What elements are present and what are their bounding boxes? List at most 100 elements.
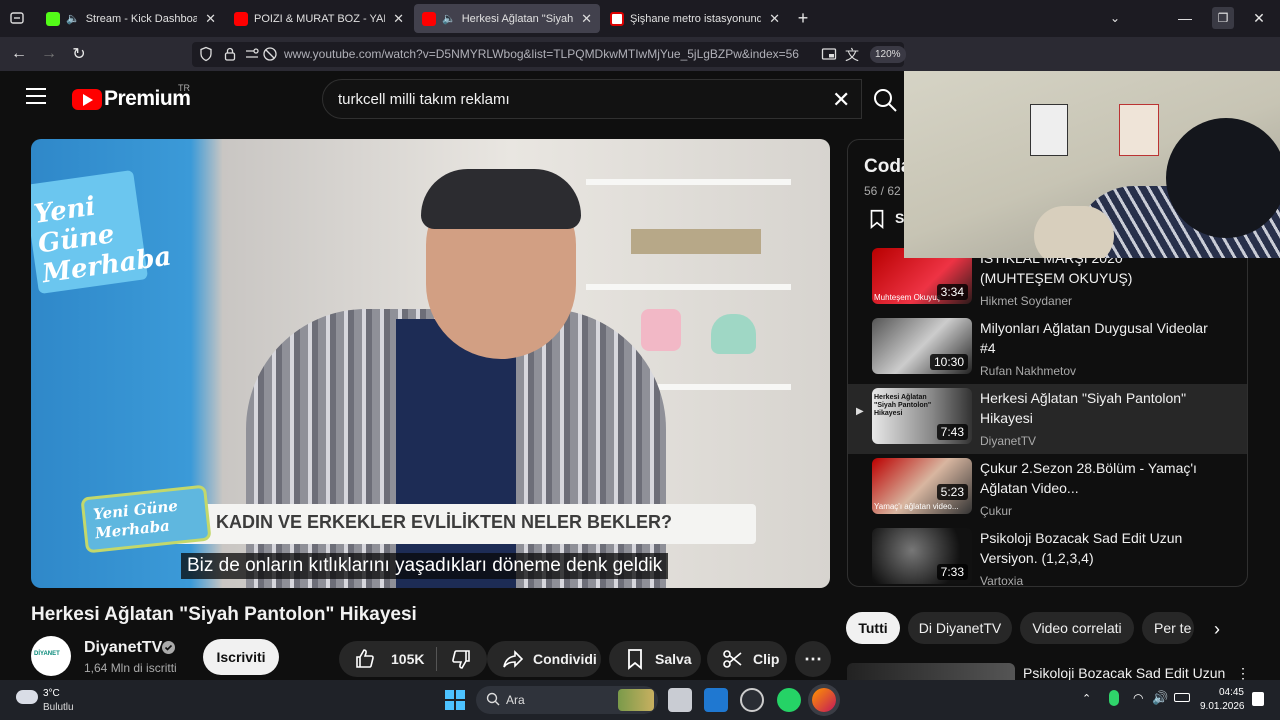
playlist-item[interactable]: 10:30 Milyonları Ağlatan Duygusal Videol… xyxy=(848,314,1247,384)
like-count[interactable]: 105K xyxy=(391,651,424,667)
news-site-icon xyxy=(610,11,624,26)
minimize-window-icon[interactable]: — xyxy=(1174,7,1196,29)
volume-icon[interactable]: 🔊 xyxy=(1152,690,1168,706)
clock-time[interactable]: 04:45 xyxy=(1208,687,1244,698)
recommended-title[interactable]: Psikoloji Bozacak Sad Edit Uzun xyxy=(1023,665,1225,680)
person-head xyxy=(1166,118,1280,238)
notification-icon[interactable] xyxy=(1252,692,1264,706)
battery-icon[interactable] xyxy=(1174,693,1190,702)
restore-window-icon[interactable]: ❐ xyxy=(1212,7,1234,29)
cloud-icon[interactable] xyxy=(16,690,38,704)
video-duration: 10:30 xyxy=(929,354,968,370)
playlist-position: 56 / 62 xyxy=(864,184,901,198)
channel-avatar[interactable]: DİYANET xyxy=(31,636,71,676)
url-text[interactable]: www.youtube.com/watch?v=D5NMYRLWbog&list… xyxy=(284,47,799,61)
share-button[interactable]: Condividi xyxy=(487,641,601,677)
subscribe-button[interactable]: Iscriviti xyxy=(203,639,279,675)
whatsapp-icon[interactable] xyxy=(777,688,801,712)
chip-for-you[interactable]: Per te xyxy=(1142,612,1194,644)
youtube-page: Premium TR turkcell milli takım reklamı … xyxy=(0,71,1280,680)
shield-icon[interactable] xyxy=(198,46,214,62)
tab-close-icon[interactable]: ✕ xyxy=(581,11,592,27)
taskbar-search-placeholder: Ara xyxy=(506,693,525,707)
tab-overflow-chevron-icon[interactable]: ⌄ xyxy=(1104,7,1126,29)
tab-list-icon[interactable] xyxy=(6,7,28,29)
playlist-item-current[interactable]: ▶ Herkesi Ağlatan "Siyah Pantolon" Hikay… xyxy=(848,384,1247,454)
search-icon[interactable] xyxy=(870,85,900,115)
tray-overflow-chevron-icon[interactable]: ⌃ xyxy=(1082,692,1091,705)
presenter-shirt xyxy=(396,319,516,588)
lock-icon[interactable] xyxy=(222,46,238,62)
windows-start-icon[interactable] xyxy=(444,689,466,711)
chip-related[interactable]: Video correlati xyxy=(1020,612,1134,644)
bookmark-icon xyxy=(623,647,647,671)
outlook-icon[interactable] xyxy=(704,688,728,712)
tab-poizi-murat-boz[interactable]: POIZI & MURAT BOZ - YAPAR M ✕ xyxy=(226,4,412,33)
chip-scroll-chevron-right-icon[interactable]: › xyxy=(1214,619,1220,640)
playlist-item[interactable]: 7:33 Psikoloji Bozacak Sad Edit Uzun Ver… xyxy=(848,524,1247,587)
chip-all[interactable]: Tutti xyxy=(846,612,900,644)
owl-figurine xyxy=(711,314,756,354)
close-window-icon[interactable]: ✕ xyxy=(1248,7,1270,29)
weather-temperature[interactable]: 3°C xyxy=(43,688,60,699)
playlist-save-label[interactable]: S xyxy=(895,210,904,226)
wifi-icon[interactable]: ◠ xyxy=(1133,691,1143,705)
playlist-save-icon[interactable] xyxy=(866,208,888,230)
recommended-more-icon[interactable]: ⋮ xyxy=(1236,665,1250,680)
video-subtitle: Biz de onların kıtlıklarını yaşadıkları … xyxy=(181,553,669,579)
tab-herkesi-aglatan[interactable]: 🔈 Herkesi Ağlatan "Siyah Pant ✕ xyxy=(414,4,600,33)
reload-icon[interactable]: ↻ xyxy=(68,43,90,65)
firefox-icon[interactable] xyxy=(812,688,836,712)
zoom-level-badge[interactable]: 120% xyxy=(870,46,906,63)
shelf xyxy=(586,179,791,185)
tab-sishane-metro[interactable]: Şişhane metro istasyonunda intı ✕ xyxy=(602,4,788,33)
search-query-text[interactable]: turkcell milli takım reklamı xyxy=(338,91,510,108)
save-label: Salva xyxy=(655,651,692,667)
now-playing-icon: ▶ xyxy=(856,406,864,417)
studio-sign-text: Yeni Güne Merhaba xyxy=(32,191,174,290)
hamburger-menu-icon[interactable] xyxy=(26,88,46,104)
video-player[interactable]: Yeni Güne Merhaba KADIN VE ERKEKLER EVLİ… xyxy=(31,139,830,588)
playlist-thumbnail: Yamaç'ı ağlatan video... 5:23 xyxy=(872,458,972,514)
task-view-icon[interactable] xyxy=(668,688,692,712)
obs-icon[interactable] xyxy=(740,688,764,712)
webcam-overlay xyxy=(904,71,1280,258)
video-title: Herkesi Ağlatan "Siyah Pantolon" Hikayes… xyxy=(31,604,417,625)
forward-arrow-icon[interactable]: → xyxy=(38,43,60,65)
chip-from-channel[interactable]: Di DiyanetTV xyxy=(908,612,1012,644)
picture-in-picture-icon[interactable] xyxy=(821,46,837,62)
taskbar-search-box[interactable]: Ara xyxy=(476,686,658,714)
more-actions-icon[interactable]: ⋯ xyxy=(795,641,831,677)
tab-close-icon[interactable]: ✕ xyxy=(393,11,404,27)
like-icon[interactable] xyxy=(353,647,377,671)
back-arrow-icon[interactable]: ← xyxy=(8,43,30,65)
permissions-icon[interactable] xyxy=(244,46,260,62)
recommended-thumbnail[interactable] xyxy=(847,663,1015,680)
playlist-item-title: Milyonları Ağlatan Duygusal Videolar #4 xyxy=(980,320,1208,356)
weather-description[interactable]: Bulutlu xyxy=(43,702,74,713)
verified-check-icon xyxy=(162,641,175,654)
translate-icon[interactable]: 文 xyxy=(845,45,859,65)
tab-close-icon[interactable]: ✕ xyxy=(769,11,780,27)
microphone-icon[interactable] xyxy=(1109,690,1119,706)
youtube-icon xyxy=(234,11,248,26)
playlist-item-channel: Vartoxia xyxy=(980,574,1024,587)
channel-name[interactable]: DiyanetTV xyxy=(84,639,162,657)
divider xyxy=(436,647,437,671)
clock-date[interactable]: 9.01.2026 xyxy=(1200,701,1245,712)
dislike-icon[interactable] xyxy=(449,647,473,671)
pillow xyxy=(1034,206,1114,258)
new-tab-button[interactable]: + xyxy=(792,7,814,29)
channel-avatar-text: DİYANET xyxy=(34,651,60,657)
search-highlight-image xyxy=(618,689,654,711)
pink-jar xyxy=(641,309,681,351)
tab-close-icon[interactable]: ✕ xyxy=(205,11,216,27)
tab-kick-dashboard[interactable]: 🔈 Stream - Kick Dashboard ✕ xyxy=(38,4,224,33)
youtube-logo-icon[interactable] xyxy=(72,89,102,110)
clip-button[interactable]: Clip xyxy=(707,641,787,677)
clear-search-icon[interactable]: ✕ xyxy=(832,87,850,113)
save-button[interactable]: Salva xyxy=(609,641,701,677)
playlist-item[interactable]: Yamaç'ı ağlatan video... 5:23 Çukur 2.Se… xyxy=(848,454,1247,524)
autoplay-blocked-icon[interactable] xyxy=(262,46,278,62)
video-duration: 7:43 xyxy=(936,424,968,440)
